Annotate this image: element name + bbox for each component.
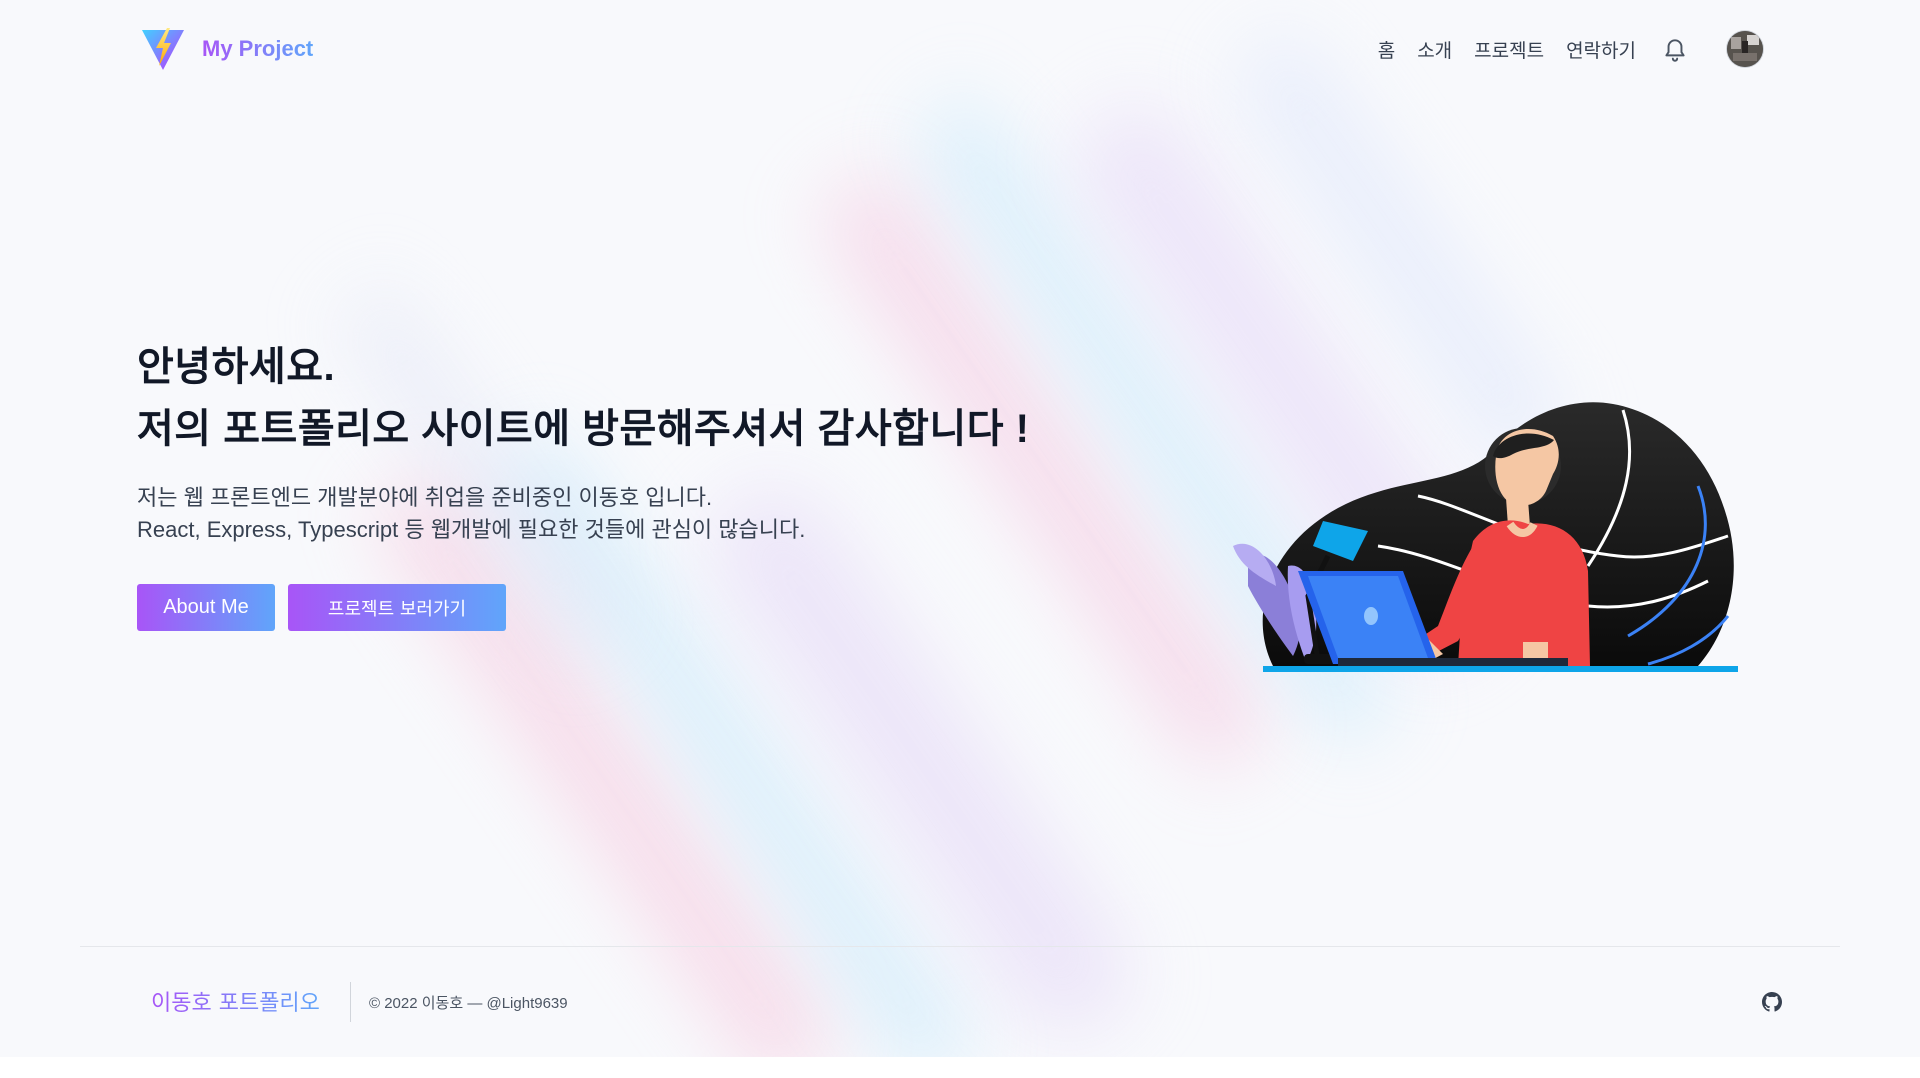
logo-text: My Project: [202, 36, 314, 61]
github-icon[interactable]: [1762, 992, 1782, 1012]
hero-section: 안녕하세요. 저의 포트폴리오 사이트에 방문해주셔서 감사합니다 ! 저는 웹…: [137, 336, 1030, 631]
about-me-button[interactable]: About Me: [137, 584, 275, 631]
bell-icon[interactable]: [1662, 36, 1688, 64]
hero-desc-line1: 저는 웹 프론트엔드 개발분야에 취업을 준비중인 이동호 입니다.: [137, 485, 713, 510]
hero-buttons: About Me 프로젝트 보러가기: [137, 584, 1030, 631]
vite-logo-icon: [142, 28, 184, 70]
hero-desc-line2: React, Express, Typescript 등 웹개발에 필요한 것들…: [137, 517, 806, 542]
nav-item-about[interactable]: 소개: [1417, 36, 1452, 63]
avatar[interactable]: [1727, 31, 1763, 67]
footer-separator: [350, 982, 351, 1022]
nav-item-projects[interactable]: 프로젝트: [1474, 36, 1544, 63]
page: My Project 홈 소개 프로젝트 연락하기 안녕하세요. 저의 포트폴리…: [0, 0, 1920, 1057]
nav-item-home[interactable]: 홈: [1378, 36, 1395, 63]
hero-title-line1: 안녕하세요.: [137, 345, 336, 389]
hero-title-line2: 저의 포트폴리오 사이트에 방문해주셔서 감사합니다 !: [137, 407, 1030, 451]
person-laptop-illustration: [1233, 402, 1738, 672]
header: My Project 홈 소개 프로젝트 연락하기: [0, 0, 1920, 100]
footer-copyright: © 2022 이동호 — @Light9639: [369, 995, 568, 1012]
view-projects-button[interactable]: 프로젝트 보러가기: [288, 584, 506, 631]
logo-link[interactable]: My Project: [140, 26, 313, 72]
footer: 이동호 포트폴리오 © 2022 이동호 — @Light9639: [0, 947, 1920, 1057]
hero-title: 안녕하세요. 저의 포트폴리오 사이트에 방문해주셔서 감사합니다 !: [137, 336, 1030, 460]
hero-description: 저는 웹 프론트엔드 개발분야에 취업을 준비중인 이동호 입니다. React…: [137, 482, 1030, 546]
main-nav: 홈 소개 프로젝트 연락하기: [1378, 36, 1636, 63]
footer-brand[interactable]: 이동호 포트폴리오: [151, 985, 320, 1017]
nav-item-contact[interactable]: 연락하기: [1566, 36, 1636, 63]
